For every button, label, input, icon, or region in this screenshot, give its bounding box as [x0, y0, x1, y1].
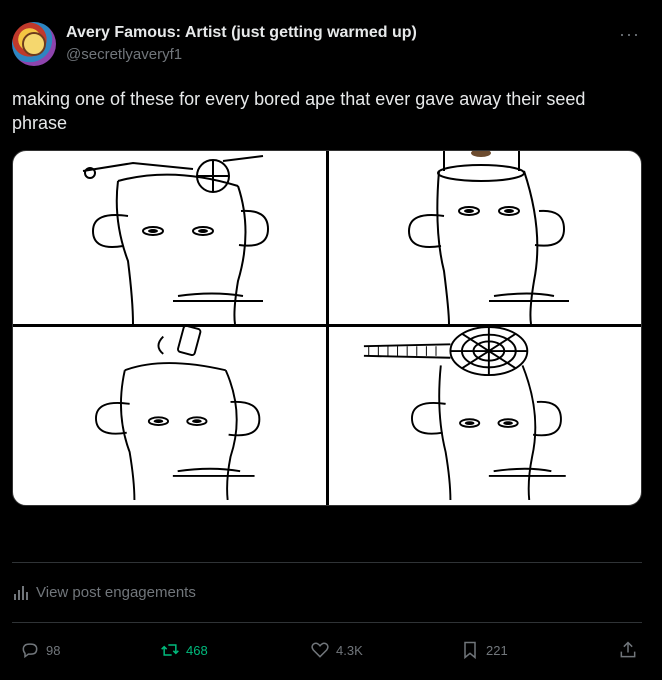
panel-divider-vertical: [326, 151, 329, 505]
repost-count: 468: [186, 642, 208, 658]
author-handle[interactable]: @secretlyaveryf1: [66, 46, 182, 63]
share-button[interactable]: [618, 640, 638, 660]
post-actions-bar: 98 468 4.3K 221: [12, 640, 642, 660]
author-avatar[interactable]: [12, 22, 56, 66]
ape-drawing-jar: [407, 151, 569, 324]
divider: [12, 562, 642, 563]
share-icon: [620, 641, 636, 658]
heart-icon: [311, 642, 329, 658]
analytics-icon: [14, 585, 28, 600]
bookmark-count: 221: [486, 642, 508, 658]
reply-icon: [22, 643, 38, 659]
ape-drawing-helicopter: [82, 155, 270, 324]
repost-icon: [161, 644, 179, 656]
meme-panel-4: [329, 327, 641, 500]
ape-drawing-plug: [95, 327, 261, 500]
bookmark-button[interactable]: 221: [460, 640, 610, 660]
meme-panel-1: [13, 151, 326, 324]
meme-panel-3: [13, 327, 326, 500]
post-media-image[interactable]: [12, 150, 642, 506]
ape-drawing-wormhole: [363, 327, 566, 500]
like-button[interactable]: 4.3K: [310, 640, 460, 660]
repost-button[interactable]: 468: [160, 640, 310, 660]
panel-divider-horizontal: [13, 324, 641, 327]
view-engagements-link[interactable]: View post engagements: [14, 584, 196, 601]
view-engagements-label: View post engagements: [36, 584, 196, 601]
like-count: 4.3K: [336, 642, 363, 658]
meme-panel-2: [329, 151, 641, 324]
more-options-icon[interactable]: ···: [619, 24, 640, 45]
avatar-face: [22, 32, 46, 56]
post-text: making one of these for every bored ape …: [12, 89, 586, 133]
reply-count: 98: [46, 642, 61, 658]
reply-button[interactable]: 98: [20, 640, 160, 660]
divider: [12, 622, 642, 623]
author-name[interactable]: Avery Famous: Artist (just getting warme…: [66, 24, 417, 42]
bookmark-icon: [464, 641, 476, 660]
